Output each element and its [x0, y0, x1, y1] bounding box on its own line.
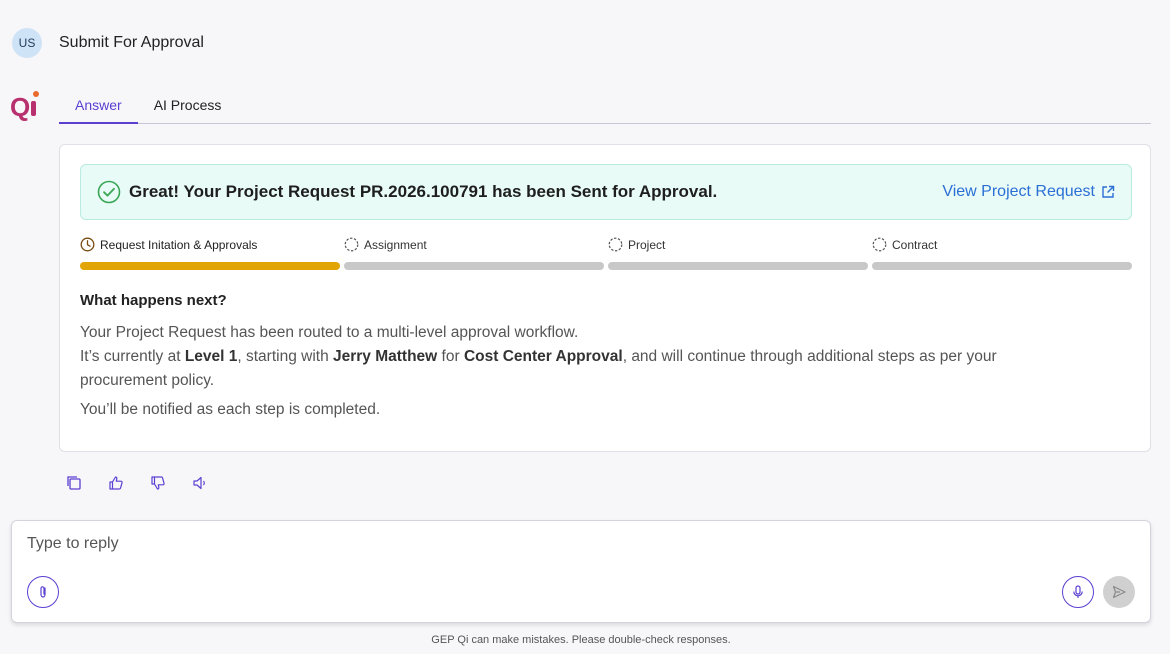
- next-steps-body: Your Project Request has been routed to …: [80, 321, 1000, 393]
- send-icon: [1112, 585, 1126, 599]
- thumbs-down-icon[interactable]: [150, 475, 166, 491]
- step-assignment: Assignment: [344, 236, 604, 270]
- approval-level: Level 1: [184, 348, 238, 365]
- step-progress-bar: [344, 262, 604, 270]
- pending-circle-icon: [608, 237, 623, 252]
- step-label: Request Initation & Approvals: [100, 237, 258, 252]
- approver-name: Jerry Matthew: [333, 348, 438, 365]
- next-steps-line1: Your Project Request has been routed to …: [80, 324, 579, 341]
- step-project: Project: [608, 236, 868, 270]
- step-contract: Contract: [872, 236, 1132, 270]
- step-label: Project: [628, 237, 666, 252]
- step-progress-bar: [80, 262, 340, 270]
- pending-circle-icon: [872, 237, 887, 252]
- next-steps-line2: It’s currently at Level 1, starting with…: [80, 348, 997, 389]
- view-project-request-link[interactable]: View Project Request: [942, 183, 1115, 201]
- reply-input[interactable]: [27, 535, 1027, 553]
- success-banner: Great! Your Project Request PR.2026.1007…: [80, 164, 1132, 220]
- check-circle-icon: [97, 180, 121, 204]
- user-avatar: US: [12, 28, 42, 58]
- attach-button[interactable]: [27, 576, 59, 608]
- view-project-request-label: View Project Request: [942, 183, 1095, 200]
- step-request-initiation: Request Initation & Approvals: [80, 236, 340, 270]
- copy-icon[interactable]: [66, 475, 82, 491]
- user-message-row: US Submit For Approval: [12, 28, 204, 58]
- step-label: Contract: [892, 237, 938, 252]
- send-button[interactable]: [1103, 576, 1135, 608]
- paperclip-icon: [40, 586, 46, 598]
- external-link-icon: [1102, 185, 1115, 198]
- progress-steps: Request Initation & Approvals Assignment…: [80, 236, 1132, 270]
- notification-note: You’ll be notified as each step is compl…: [80, 401, 381, 418]
- response-actions: [66, 475, 208, 491]
- next-steps-heading: What happens next?: [80, 292, 227, 309]
- disclaimer-text: GEP Qi can make mistakes. Please double-…: [431, 634, 731, 646]
- thumbs-up-icon[interactable]: [108, 475, 124, 491]
- step-label: Assignment: [364, 237, 427, 252]
- qi-logo-icon: Q: [10, 91, 39, 122]
- voice-input-button[interactable]: [1062, 576, 1094, 608]
- tab-answer[interactable]: Answer: [59, 88, 138, 124]
- tab-ai-process[interactable]: AI Process: [138, 88, 238, 124]
- pending-circle-icon: [344, 237, 359, 252]
- svg-text:Q: Q: [10, 92, 30, 122]
- step-progress-bar: [608, 262, 868, 270]
- speaker-icon[interactable]: [192, 475, 208, 491]
- reply-composer: [11, 520, 1151, 623]
- response-tabs: Answer AI Process: [59, 88, 1151, 124]
- banner-message: Great! Your Project Request PR.2026.1007…: [129, 182, 718, 201]
- microphone-icon: [1073, 585, 1083, 598]
- user-message: Submit For Approval: [59, 34, 204, 51]
- approval-stage: Cost Center Approval: [463, 348, 623, 365]
- clock-icon: [80, 237, 95, 252]
- step-progress-bar: [872, 262, 1132, 270]
- answer-card: Great! Your Project Request PR.2026.1007…: [59, 144, 1151, 452]
